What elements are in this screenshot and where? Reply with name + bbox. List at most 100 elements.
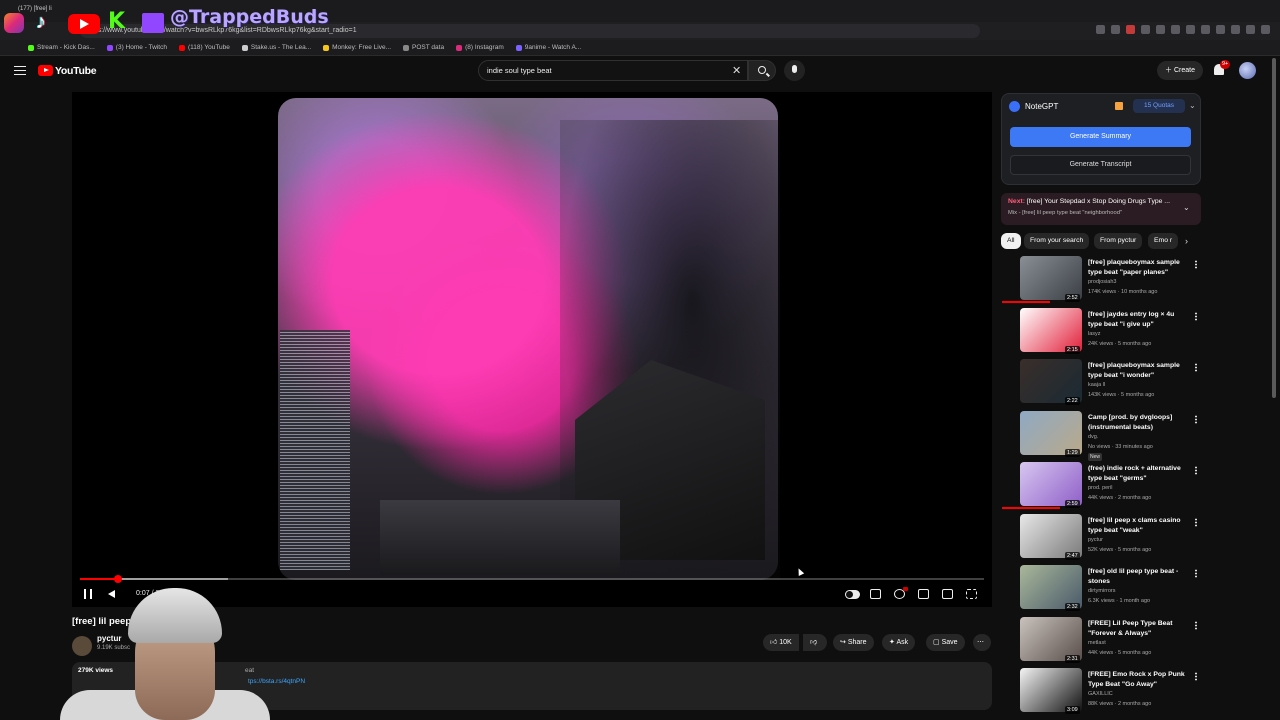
quota-badge[interactable]: 15 Quotas: [1133, 99, 1185, 113]
more-options-icon[interactable]: [1195, 363, 1197, 372]
rec-channel[interactable]: prodjosiah3: [1088, 279, 1116, 285]
bookmark-item[interactable]: Monkey: Free Live...: [323, 44, 391, 51]
subtitles-icon[interactable]: [870, 589, 881, 599]
stream-handle: @TrappedBuds: [170, 6, 329, 28]
extension-icon[interactable]: [1156, 25, 1165, 34]
bookmark-item[interactable]: (8) Instagram: [456, 44, 504, 51]
rec-title[interactable]: (free) indie rock + alternative type bea…: [1088, 464, 1188, 483]
menu-icon[interactable]: [14, 66, 26, 75]
rec-channel[interactable]: lasyz: [1088, 331, 1101, 337]
bookmark-item[interactable]: Stream - Kick Das...: [28, 44, 95, 51]
extension-icon[interactable]: [1216, 25, 1225, 34]
fullscreen-icon[interactable]: [966, 589, 977, 599]
search-button[interactable]: [748, 60, 776, 81]
rec-channel[interactable]: kaaja ll: [1088, 382, 1105, 388]
gift-icon[interactable]: [1115, 102, 1123, 110]
chevron-down-icon[interactable]: ⌄: [1189, 101, 1196, 110]
autoplay-toggle[interactable]: [845, 590, 860, 599]
rec-channel[interactable]: dirtymirrors: [1088, 588, 1116, 594]
ask-button[interactable]: ✦ Ask: [882, 634, 916, 651]
extension-icon[interactable]: [1201, 25, 1210, 34]
miniplayer-icon[interactable]: [918, 589, 929, 599]
rec-title[interactable]: Camp [prod. by dvgloops] (instrumental b…: [1088, 413, 1188, 432]
rec-meta: 174K views · 10 months ago: [1088, 289, 1158, 295]
more-options-icon[interactable]: [1195, 415, 1197, 424]
rec-title[interactable]: [free] lil peep x clams casino type beat…: [1088, 516, 1188, 535]
rec-channel[interactable]: metlast: [1088, 640, 1106, 646]
extension-icon[interactable]: [1261, 25, 1270, 34]
voice-search-icon[interactable]: [784, 60, 805, 81]
create-button[interactable]: ＋ Create: [1157, 61, 1203, 80]
dislike-button[interactable]: 👎︎: [803, 634, 827, 651]
more-options-icon[interactable]: [1195, 466, 1197, 475]
more-options-icon[interactable]: [1195, 672, 1197, 681]
bookmark-label: (8) Instagram: [465, 44, 504, 51]
extension-icon[interactable]: [1111, 25, 1120, 34]
more-options-icon[interactable]: [1195, 260, 1197, 269]
extension-icon[interactable]: [1126, 25, 1135, 34]
rec-title[interactable]: [free] jaydes entry log × 4u type beat "…: [1088, 310, 1188, 329]
extension-icon[interactable]: [1246, 25, 1255, 34]
extension-icon[interactable]: [1186, 25, 1195, 34]
video-duration: 3:09: [1065, 706, 1080, 714]
bookmark-label: Monkey: Free Live...: [332, 44, 392, 51]
more-options-icon[interactable]: [1195, 621, 1197, 630]
bookmark-item[interactable]: Stake.us - The Lea...: [241, 44, 311, 51]
bookmark-favicon-icon: [456, 44, 463, 51]
notegpt-title: NoteGPT: [1025, 102, 1059, 111]
bookmark-item[interactable]: (3) Home - Twitch: [106, 44, 167, 51]
rec-title[interactable]: [FREE] Lil Peep Type Beat "Forever & Alw…: [1088, 619, 1188, 638]
chip-from-channel[interactable]: From pyctur: [1094, 233, 1143, 249]
rec-channel[interactable]: prod. peril: [1088, 485, 1112, 491]
chevron-down-icon[interactable]: ⌄: [1183, 203, 1190, 212]
rec-channel[interactable]: dvg.: [1088, 434, 1098, 440]
more-actions-button[interactable]: ⋯: [973, 634, 991, 651]
bookmark-item[interactable]: (118) YouTube: [178, 44, 230, 51]
page-scrollbar[interactable]: [1272, 58, 1276, 398]
bookmark-item[interactable]: 9anime - Watch A...: [515, 44, 581, 51]
chip-emo[interactable]: Emo r: [1148, 233, 1178, 249]
rec-meta: 88K views · 2 months ago: [1088, 701, 1152, 707]
rec-title[interactable]: [free] plaqueboymax sample type beat "i …: [1088, 361, 1188, 380]
extension-icons: [1096, 25, 1270, 34]
youtube-icon: [68, 14, 100, 34]
chip-all[interactable]: All: [1001, 233, 1021, 249]
ask-label: Ask: [896, 639, 909, 646]
rec-title[interactable]: [free] plaqueboymax sample type beat "pa…: [1088, 258, 1188, 277]
theater-mode-icon[interactable]: [942, 589, 953, 599]
youtube-logo-icon[interactable]: [38, 65, 53, 76]
more-options-icon[interactable]: [1195, 569, 1197, 578]
chip-from-search[interactable]: From your search: [1024, 233, 1090, 249]
rec-title[interactable]: [free] old lil peep type beat - stones: [1088, 567, 1188, 586]
rec-channel[interactable]: GAXILLIC: [1088, 691, 1113, 697]
save-button[interactable]: ▢ Save: [926, 634, 965, 651]
generate-summary-button[interactable]: Generate Summary: [1010, 127, 1191, 147]
progress-scrubber[interactable]: [113, 575, 122, 583]
bookmark-item[interactable]: POST data: [403, 44, 444, 51]
extension-icon[interactable]: [1231, 25, 1240, 34]
rec-meta: 52K views · 5 months ago: [1088, 547, 1152, 553]
rec-meta: 6.3K views · 1 month ago: [1088, 598, 1151, 604]
rec-title[interactable]: [FREE] Emo Rock x Pop Punk Type Beat "Go…: [1088, 670, 1188, 689]
progress-played: [80, 578, 118, 580]
youtube-logo-text[interactable]: YouTube: [55, 65, 97, 77]
video-duration: 2:32: [1065, 603, 1080, 611]
extension-icon[interactable]: [1096, 25, 1105, 34]
more-options-icon[interactable]: [1195, 518, 1197, 527]
rec-channel[interactable]: pyctur: [1088, 537, 1103, 543]
search-input[interactable]: indie soul type beat: [478, 60, 748, 81]
watched-progress: [1002, 301, 1050, 303]
hd-badge: [903, 587, 908, 591]
extension-icon[interactable]: [1141, 25, 1150, 34]
share-button[interactable]: ↪ Share: [833, 634, 874, 651]
instagram-icon: [4, 13, 24, 33]
account-avatar[interactable]: [1239, 62, 1256, 79]
bookmark-label: POST data: [412, 44, 445, 51]
generate-transcript-button[interactable]: Generate Transcript: [1010, 155, 1191, 175]
clear-search-icon[interactable]: ✕: [732, 64, 741, 77]
like-button[interactable]: 👍︎ 10K: [763, 634, 799, 651]
more-options-icon[interactable]: [1195, 312, 1197, 321]
chevron-right-icon[interactable]: ›: [1185, 236, 1188, 246]
extension-icon[interactable]: [1171, 25, 1180, 34]
notegpt-logo-icon: [1009, 101, 1020, 112]
